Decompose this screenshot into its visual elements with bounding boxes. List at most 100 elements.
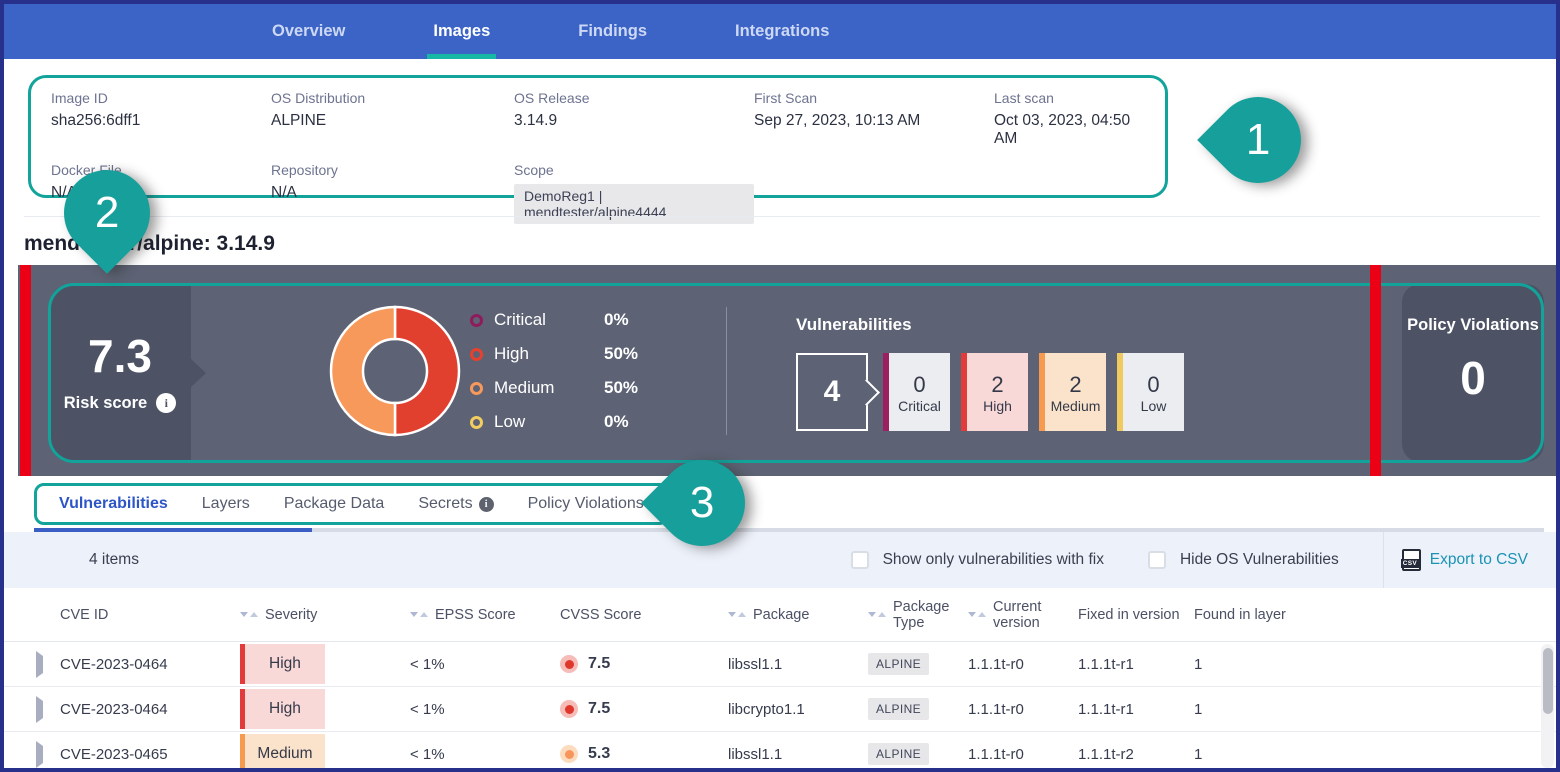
table-scrollbar[interactable]	[1541, 644, 1554, 768]
column-package-type[interactable]: Package Type	[868, 599, 968, 631]
legend-percent: 0%	[604, 412, 629, 432]
meta-repository: Repository N/A	[271, 162, 514, 224]
cve-id-cell[interactable]: CVE-2023-0464	[60, 701, 240, 718]
callout-number: 2	[95, 188, 119, 238]
epss-cell: < 1%	[410, 746, 560, 763]
column-current-version[interactable]: Current version	[968, 599, 1078, 631]
high-label: High	[983, 398, 1012, 414]
epss-cell: < 1%	[410, 656, 560, 673]
policy-violations-count: 0	[1460, 351, 1486, 405]
medium-count: 2	[1069, 372, 1081, 397]
severity-badge: High	[240, 644, 325, 684]
nav-tab-images[interactable]: Images	[433, 4, 490, 59]
meta-value: Sep 27, 2023, 10:13 AM	[754, 112, 994, 130]
tab-secrets[interactable]: Secrets	[418, 495, 493, 513]
nav-tab-overview[interactable]: Overview	[272, 4, 345, 59]
table-toolbar: 4 items Show only vulnerabilities with f…	[4, 532, 1556, 588]
page-title: mendtester/alpine: 3.14.9	[24, 232, 275, 256]
legend-item-medium: Medium 50%	[470, 371, 638, 405]
vulnerabilities-counts: 4 0 Critical 2 High 2 Medium 0 Low	[796, 353, 1184, 431]
detail-tabs-group: Vulnerabilities Layers Package Data Secr…	[34, 483, 669, 525]
meta-first-scan: First Scan Sep 27, 2023, 10:13 AM	[754, 90, 994, 148]
legend-label: Medium	[494, 378, 604, 398]
package-type-chip: ALPINE	[868, 743, 929, 765]
critical-count: 0	[913, 372, 925, 397]
policy-violations-label: Policy Violations	[1407, 316, 1539, 335]
high-count: 2	[991, 372, 1003, 397]
package-cell: libssl1.1	[728, 656, 868, 673]
nav-tab-findings[interactable]: Findings	[578, 4, 647, 59]
column-severity[interactable]: Severity	[240, 607, 410, 623]
meta-value: 3.14.9	[514, 112, 754, 130]
meta-label: Image ID	[51, 90, 271, 106]
sort-icon[interactable]	[728, 612, 746, 617]
meta-label: OS Distribution	[271, 90, 514, 106]
scope-chip[interactable]: DemoReg1 | mendtester/alpine4444	[514, 184, 754, 224]
column-found-in-layer[interactable]: Found in layer	[1194, 607, 1556, 623]
cvss-severity-dot-icon	[560, 745, 578, 763]
table-row[interactable]: CVE-2023-0465 Medium < 1% 5.3 libssl1.1 …	[4, 732, 1556, 772]
section-divider	[24, 216, 1540, 217]
image-metadata-panel: Image ID sha256:6dff1 OS Distribution AL…	[28, 75, 1168, 198]
sort-icon[interactable]	[868, 612, 886, 617]
cve-id-cell[interactable]: CVE-2023-0464	[60, 656, 240, 673]
filter-hide-os[interactable]: Hide OS Vulnerabilities	[1148, 551, 1339, 569]
cvss-cell: 7.5	[560, 700, 728, 718]
red-stripe-right	[1370, 265, 1381, 476]
hide-os-checkbox[interactable]	[1148, 551, 1166, 569]
column-fixed-in-version[interactable]: Fixed in version	[1078, 607, 1194, 623]
expand-row-icon[interactable]	[36, 696, 43, 723]
tab-layers[interactable]: Layers	[202, 495, 250, 513]
tab-vulnerabilities[interactable]: Vulnerabilities	[59, 495, 168, 513]
severity-donut-chart	[328, 304, 462, 443]
detail-tabs-bar: Vulnerabilities Layers Package Data Secr…	[4, 476, 1556, 528]
low-count: 0	[1147, 372, 1159, 397]
nav-tab-integrations[interactable]: Integrations	[735, 4, 829, 59]
sort-icon[interactable]	[968, 612, 986, 617]
filter-label: Show only vulnerabilities with fix	[883, 551, 1104, 569]
column-epss-score[interactable]: EPSS Score	[410, 607, 560, 623]
sort-icon[interactable]	[240, 612, 258, 617]
column-cvss-score[interactable]: CVSS Score	[560, 607, 728, 623]
legend-item-high: High 50%	[470, 337, 638, 371]
meta-label: Last scan	[994, 90, 1145, 106]
meta-label: OS Release	[514, 90, 754, 106]
expand-row-icon[interactable]	[36, 741, 43, 768]
risk-score-box: 7.3 Risk score	[49, 284, 191, 462]
low-dot-icon	[470, 416, 483, 429]
info-icon[interactable]	[156, 393, 176, 413]
expand-row-icon[interactable]	[36, 651, 43, 678]
items-count: 4 items	[89, 551, 139, 569]
scrollbar-thumb[interactable]	[1543, 648, 1553, 714]
meta-os-distribution: OS Distribution ALPINE	[271, 90, 514, 148]
callout-number: 3	[690, 478, 714, 528]
found-in-layer-cell: 1	[1194, 746, 1556, 763]
info-icon[interactable]	[479, 497, 494, 512]
fixed-in-version-cell: 1.1.1t-r1	[1078, 701, 1194, 718]
cve-id-cell[interactable]: CVE-2023-0465	[60, 746, 240, 763]
toolbar-divider	[1383, 532, 1384, 588]
column-cve-id[interactable]: CVE ID	[60, 607, 240, 623]
critical-count-card: 0 Critical	[883, 353, 950, 431]
severity-badge: Medium	[240, 734, 325, 772]
column-package[interactable]: Package	[728, 607, 868, 623]
meta-image-id: Image ID sha256:6dff1	[51, 90, 271, 148]
table-row[interactable]: CVE-2023-0464 High < 1% 7.5 libcrypto1.1…	[4, 687, 1556, 732]
export-label: Export to CSV	[1430, 551, 1528, 569]
cvss-severity-dot-icon	[560, 700, 578, 718]
legend-percent: 0%	[604, 310, 629, 330]
filter-show-fix[interactable]: Show only vulnerabilities with fix	[851, 551, 1104, 569]
legend-percent: 50%	[604, 344, 638, 364]
export-to-csv-button[interactable]: CSV Export to CSV	[1402, 549, 1528, 571]
meta-os-release: OS Release 3.14.9	[514, 90, 754, 148]
sort-icon[interactable]	[410, 612, 428, 617]
tab-policy-violations[interactable]: Policy Violations	[528, 495, 644, 513]
meta-label: Scope	[514, 162, 754, 178]
current-version-cell: 1.1.1t-r0	[968, 701, 1078, 718]
legend-label: Critical	[494, 310, 604, 330]
show-fix-checkbox[interactable]	[851, 551, 869, 569]
table-row[interactable]: CVE-2023-0464 High < 1% 7.5 libssl1.1 AL…	[4, 642, 1556, 687]
donut-legend: Critical 0% High 50% Medium 50% Low 0%	[470, 303, 638, 439]
tab-package-data[interactable]: Package Data	[284, 495, 385, 513]
package-type-chip: ALPINE	[868, 653, 929, 675]
